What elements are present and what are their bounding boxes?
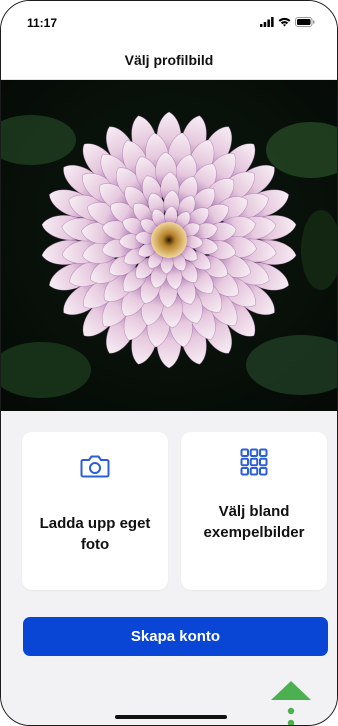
page-title: Välj profilbild [124,52,214,68]
upload-photo-card[interactable]: Ladda upp eget foto [22,432,168,590]
battery-icon [295,17,315,27]
dahlia-photo [1,80,337,411]
swipe-up-hint-icon [271,681,311,725]
photo-options-area: Ladda upp eget foto Välj bland exempelbi… [1,411,337,725]
navigation-bar: Välj profilbild [1,41,337,80]
flower-center [151,222,187,258]
upload-photo-label: Ladda upp eget foto [39,515,151,553]
status-time: 11:17 [27,16,58,30]
choose-example-label: Välj bland exempelbilder [203,503,305,541]
create-account-button[interactable]: Skapa konto [23,617,328,656]
profile-photo-preview [1,80,337,411]
choose-example-card[interactable]: Välj bland exempelbilder [181,432,327,590]
phone-frame: 11:17 Välj profilbild Ladda upp eget fot… [0,0,338,726]
grid-icon [240,448,268,476]
signal-icon [260,17,274,27]
status-icons [260,15,315,29]
home-indicator[interactable] [115,715,227,719]
camera-icon [80,455,110,478]
wifi-icon [278,17,291,27]
status-bar: 11:17 [1,1,337,41]
